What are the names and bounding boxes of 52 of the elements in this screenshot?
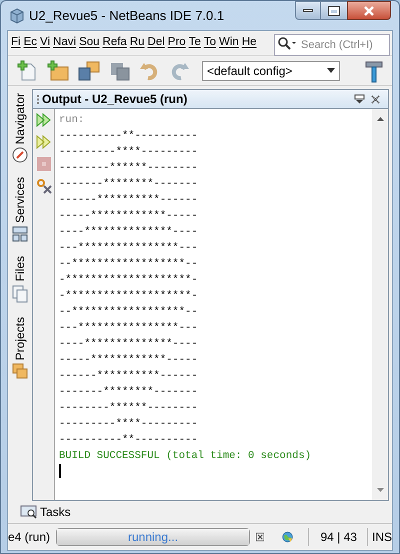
tasks-icon[interactable]	[20, 505, 38, 519]
close-panel-icon[interactable]	[371, 94, 380, 104]
projects-icon	[12, 363, 28, 380]
menu-item[interactable]: Win	[219, 34, 239, 52]
cancel-icon[interactable]	[256, 531, 264, 543]
minimize-panel-icon[interactable]	[354, 94, 365, 104]
scroll-down-icon[interactable]	[376, 488, 384, 492]
panel-title: Output - U2_Revue5 (run)	[42, 91, 188, 108]
status-task: e4 (run)	[8, 529, 50, 546]
maximize-button[interactable]	[321, 1, 347, 20]
server-icon	[12, 226, 28, 242]
output-console: run: ----------**---------- ---------****--------- --------******-------- -------********------- ------**********------ -----************----- ----**************---- ---****************--- --******************-- -********************- -********************- --******************-- ---****************--- ----**************---- -----************----- ------**********------ -------********------- --------******-------- ---------****--------- ----------**---------- BUILD SUCCESSFUL (total time: 0 seconds)	[55, 109, 372, 500]
window-title: U2_Revue5 - NetBeans IDE 7.0.1	[29, 6, 224, 25]
new-file-icon[interactable]	[16, 60, 38, 82]
scrollbar[interactable]	[372, 109, 388, 500]
cursor-position: 94 | 43	[308, 528, 357, 546]
scroll-up-icon[interactable]	[376, 117, 384, 121]
menu-item[interactable]: Del	[148, 34, 165, 52]
dropdown-arrow-icon	[327, 68, 335, 73]
insert-mode: INS	[366, 528, 392, 546]
menu-item[interactable]: Sou	[79, 34, 100, 52]
config-dropdown[interactable]: <default config>	[202, 60, 340, 80]
hammer-icon[interactable]	[364, 58, 384, 82]
menu-item[interactable]: Refa	[102, 34, 127, 52]
menu-item[interactable]: He	[242, 34, 257, 52]
side-tab[interactable]: Navigator	[11, 93, 29, 144]
tasks-tab[interactable]: Tasks	[40, 503, 71, 521]
rerun-icon[interactable]	[36, 112, 52, 128]
menu-item[interactable]: Navi	[53, 34, 76, 52]
search-icon[interactable]	[277, 36, 297, 50]
search-field[interactable]: Search (Ctrl+I)	[274, 34, 390, 56]
minimize-button[interactable]	[295, 1, 321, 20]
text-cursor	[59, 464, 61, 478]
side-tab[interactable]: Services	[11, 177, 29, 224]
drag-handle-icon[interactable]	[37, 94, 39, 104]
close-icon	[363, 6, 375, 16]
menu-item[interactable]: Fi	[11, 34, 21, 52]
menu-item[interactable]: To	[204, 34, 216, 52]
new-folder-icon[interactable]	[47, 60, 69, 82]
compass-icon	[12, 147, 28, 164]
menu-item[interactable]: Ru	[130, 34, 145, 52]
close-button[interactable]	[347, 1, 391, 20]
menu-item[interactable]: Te	[188, 34, 201, 52]
app-icon	[9, 8, 25, 24]
menu-item[interactable]: Vi	[40, 34, 50, 52]
menu-item[interactable]: Ec	[24, 34, 38, 52]
menu-item[interactable]: Pro	[168, 34, 186, 52]
side-tab[interactable]: Projects	[11, 316, 29, 360]
files-icon	[12, 284, 28, 303]
progress-label: running...	[127, 529, 180, 545]
globe-icon[interactable]	[282, 529, 294, 545]
side-tab[interactable]: Files	[11, 256, 29, 282]
